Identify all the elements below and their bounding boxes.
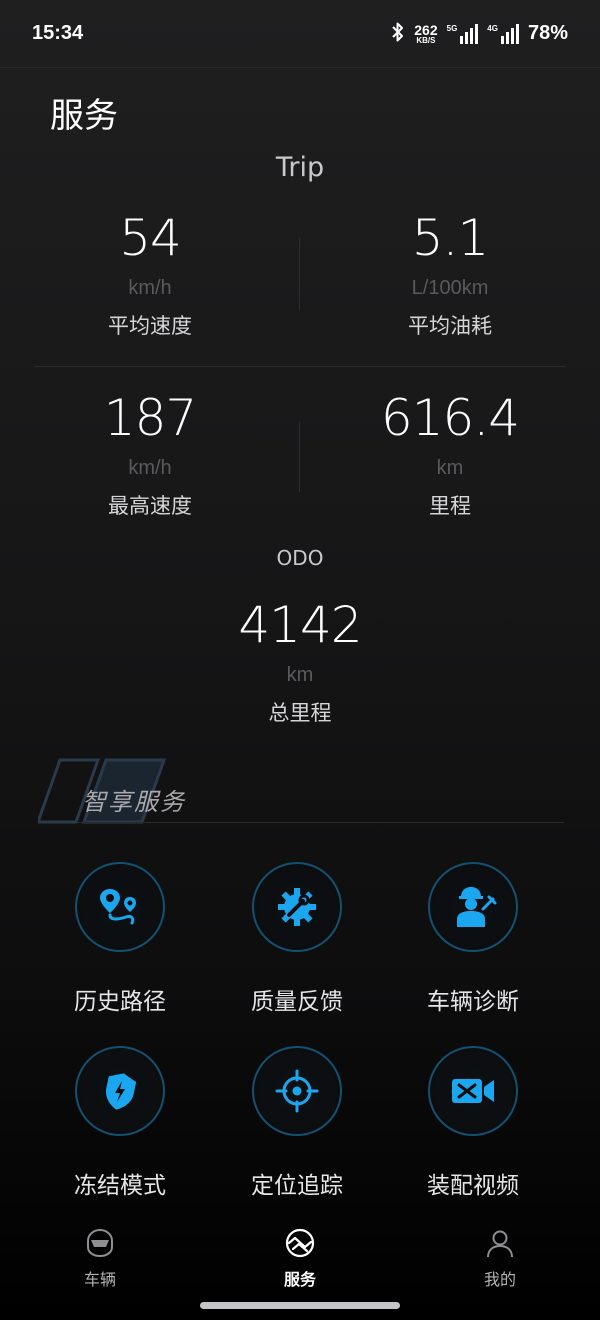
- route-pin-icon: [100, 889, 136, 925]
- home-indicator[interactable]: [200, 1302, 400, 1309]
- divider-vertical: [299, 238, 300, 310]
- status-icons: 262 KB/S 5G 4G 78%: [391, 21, 568, 47]
- battery-level: 78%: [527, 22, 568, 44]
- service-freeze-mode[interactable]: 冻结模式: [32, 1046, 208, 1202]
- locate-target-icon: [275, 1069, 319, 1113]
- status-bar: 15:34 262 KB/S 5G 4G 78%: [0, 0, 600, 68]
- video-camera-icon: [452, 1079, 494, 1103]
- nav-vehicle[interactable]: 车辆: [40, 1222, 160, 1296]
- network-speed: 262 KB/S: [414, 21, 438, 45]
- divider-vertical: [299, 422, 300, 492]
- smart-services-title: 智享服务: [82, 788, 186, 816]
- service-history-route[interactable]: 历史路径: [32, 862, 208, 1018]
- signal-5g-icon: 5G: [447, 23, 479, 44]
- gear-wrench-icon: [278, 888, 316, 926]
- service-location-tracking[interactable]: 定位追踪: [209, 1046, 385, 1202]
- helmet-icon: [40, 1226, 160, 1260]
- divider-horizontal: [34, 366, 566, 367]
- service-quality-feedback[interactable]: 质量反馈: [209, 862, 385, 1018]
- trip-label: Trip: [275, 152, 325, 183]
- mechanic-icon: [457, 887, 497, 927]
- service-wave-icon: [240, 1226, 360, 1260]
- smart-services-header: 智享服务: [38, 758, 564, 826]
- status-time: 15:34: [32, 22, 84, 44]
- stat-trip-distance: 616.4 km 里程: [380, 389, 520, 518]
- service-vehicle-diagnosis[interactable]: 车辆诊断: [385, 862, 561, 1018]
- shield-bolt-icon: [105, 1073, 137, 1110]
- divider-horizontal: [76, 822, 564, 823]
- stat-max-speed: 187 km/h 最高速度: [103, 389, 197, 518]
- service-assembly-video[interactable]: 装配视频: [385, 1046, 561, 1202]
- stat-avg-fuel: 5.1 L/100km 平均油耗: [408, 209, 492, 338]
- stat-total-distance: 4142 km 总里程: [238, 596, 362, 725]
- nav-profile[interactable]: 我的: [440, 1222, 560, 1296]
- bottom-navigation: 车辆 服务 我的: [0, 1222, 600, 1296]
- person-icon: [440, 1226, 560, 1260]
- signal-4g-icon: 4G: [487, 23, 519, 44]
- odo-label: ODO: [276, 546, 324, 570]
- nav-services[interactable]: 服务: [240, 1222, 360, 1296]
- bluetooth-icon: [391, 21, 405, 47]
- stat-avg-speed: 54 km/h 平均速度: [108, 209, 192, 338]
- page-title: 服务: [50, 96, 118, 136]
